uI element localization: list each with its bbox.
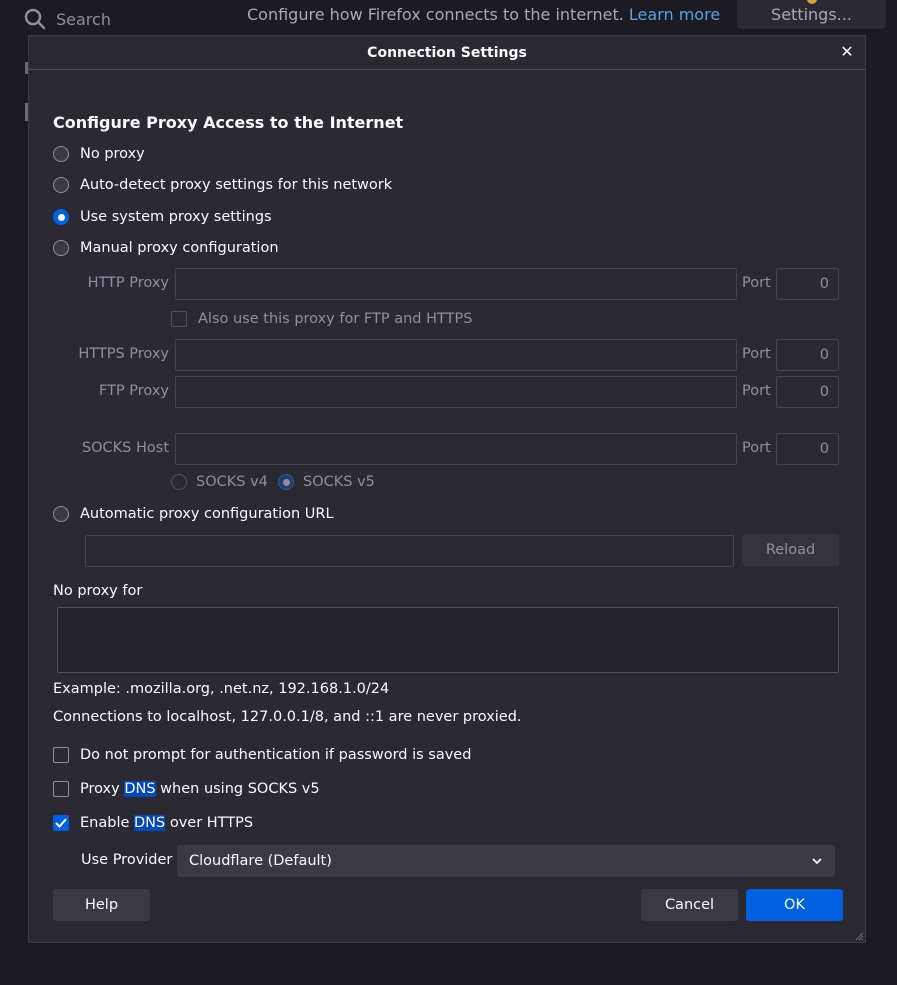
network-settings-description: Configure how Firefox connects to the in…	[247, 5, 720, 24]
also-use-proxy-checkbox[interactable]: Also use this proxy for FTP and HTTPS	[171, 311, 472, 327]
radio-label: SOCKS v4	[196, 474, 268, 490]
https-port-input[interactable]: 0	[776, 339, 839, 371]
radio-no-proxy[interactable]: No proxy	[53, 146, 145, 162]
http-proxy-input[interactable]	[175, 268, 737, 300]
reload-button[interactable]: Reload	[742, 534, 839, 566]
provider-select[interactable]: Cloudflare (Default)	[177, 845, 835, 877]
highlighted-text: DNS	[134, 815, 166, 831]
radio-auto-config-url[interactable]: Automatic proxy configuration URL	[53, 506, 334, 522]
localhost-note: Connections to localhost, 127.0.0.1/8, a…	[53, 709, 522, 725]
use-provider-label: Use Provider	[81, 852, 173, 868]
https-proxy-label: HTTPS Proxy	[78, 346, 169, 362]
dialog-titlebar: Connection Settings ✕	[29, 36, 865, 70]
section-heading: Configure Proxy Access to the Internet	[53, 113, 404, 132]
socks-port-label: Port	[742, 440, 771, 456]
label-part: over HTTPS	[165, 815, 254, 831]
https-port-label: Port	[742, 346, 771, 362]
connection-settings-dialog: Connection Settings ✕ Configure Proxy Ac…	[28, 35, 866, 943]
badge-dot	[807, 0, 817, 4]
checkbox-checked[interactable]	[53, 815, 69, 831]
description-text: Configure how Firefox connects to the in…	[247, 5, 624, 24]
no-prompt-auth-checkbox[interactable]: Do not prompt for authentication if pass…	[53, 747, 471, 763]
socks-v5-radio[interactable]: SOCKS v5	[278, 474, 375, 490]
proxy-dns-checkbox[interactable]: Proxy DNS when using SOCKS v5	[53, 781, 320, 797]
radio-auto-detect[interactable]: Auto-detect proxy settings for this netw…	[53, 177, 392, 193]
https-proxy-input[interactable]	[175, 339, 737, 371]
search-bar[interactable]: Search	[24, 6, 111, 32]
radio-button[interactable]	[53, 177, 69, 193]
radio-button[interactable]	[53, 146, 69, 162]
search-placeholder: Search	[56, 9, 111, 29]
checkbox-label: Proxy DNS when using SOCKS v5	[80, 781, 320, 797]
radio-label: No proxy	[80, 146, 145, 162]
socks-v4-radio[interactable]: SOCKS v4	[171, 474, 268, 490]
enable-doh-checkbox[interactable]: Enable DNS over HTTPS	[53, 815, 253, 831]
auto-config-url-input[interactable]	[85, 535, 734, 567]
socks-port-input[interactable]: 0	[776, 433, 839, 465]
network-settings-button[interactable]: Settings...	[737, 0, 886, 29]
chevron-down-icon	[812, 858, 822, 865]
learn-more-link[interactable]: Learn more	[629, 5, 720, 24]
radio-label: Auto-detect proxy settings for this netw…	[80, 177, 393, 193]
http-port-input[interactable]: 0	[776, 268, 839, 300]
close-icon[interactable]: ✕	[839, 44, 855, 60]
ftp-proxy-label: FTP Proxy	[98, 383, 169, 399]
radio-label: SOCKS v5	[303, 474, 375, 490]
help-button-label: Help	[84, 897, 119, 913]
radio-button-selected[interactable]	[53, 209, 69, 225]
socks-host-label: SOCKS Host	[81, 440, 169, 456]
dialog-title: Connection Settings	[367, 44, 527, 61]
radio-label: Automatic proxy configuration URL	[80, 506, 334, 522]
label-part: Enable	[80, 815, 134, 831]
radio-label: Manual proxy configuration	[80, 240, 279, 256]
ok-button[interactable]: OK	[746, 889, 843, 921]
help-button[interactable]: Help	[53, 889, 150, 921]
checkbox[interactable]	[53, 747, 69, 763]
http-port-label: Port	[742, 275, 771, 291]
cancel-button[interactable]: Cancel	[641, 889, 738, 921]
provider-selected-value: Cloudflare (Default)	[189, 853, 332, 869]
checkbox[interactable]	[171, 311, 187, 327]
radio-button[interactable]	[53, 506, 69, 522]
highlighted-text: DNS	[124, 781, 156, 797]
resize-grip-icon[interactable]	[854, 931, 864, 941]
ftp-port-label: Port	[742, 383, 771, 399]
label-part: when using SOCKS v5	[155, 781, 320, 797]
search-icon	[24, 8, 46, 30]
no-proxy-for-label: No proxy for	[53, 583, 143, 599]
label-part: Proxy	[80, 781, 125, 797]
radio-label: Use system proxy settings	[80, 209, 272, 225]
http-proxy-label: HTTP Proxy	[87, 275, 169, 291]
ftp-port-input[interactable]: 0	[776, 376, 839, 408]
radio-system-proxy[interactable]: Use system proxy settings	[53, 209, 272, 225]
socks-host-input[interactable]	[175, 433, 737, 465]
settings-button-label: Settings...	[771, 5, 852, 24]
radio-button[interactable]	[53, 240, 69, 256]
ftp-proxy-input[interactable]	[175, 376, 737, 408]
radio-manual-proxy[interactable]: Manual proxy configuration	[53, 240, 279, 256]
checkbox-label: Enable DNS over HTTPS	[80, 815, 253, 831]
checkmark-icon	[55, 818, 67, 828]
radio-button[interactable]	[171, 474, 187, 490]
checkbox-label: Do not prompt for authentication if pass…	[80, 747, 472, 763]
example-text: Example: .mozilla.org, .net.nz, 192.168.…	[53, 681, 390, 697]
radio-button-selected[interactable]	[278, 474, 294, 490]
checkbox[interactable]	[53, 781, 69, 797]
checkbox-label: Also use this proxy for FTP and HTTPS	[198, 311, 473, 327]
no-proxy-for-textarea[interactable]	[57, 607, 839, 673]
